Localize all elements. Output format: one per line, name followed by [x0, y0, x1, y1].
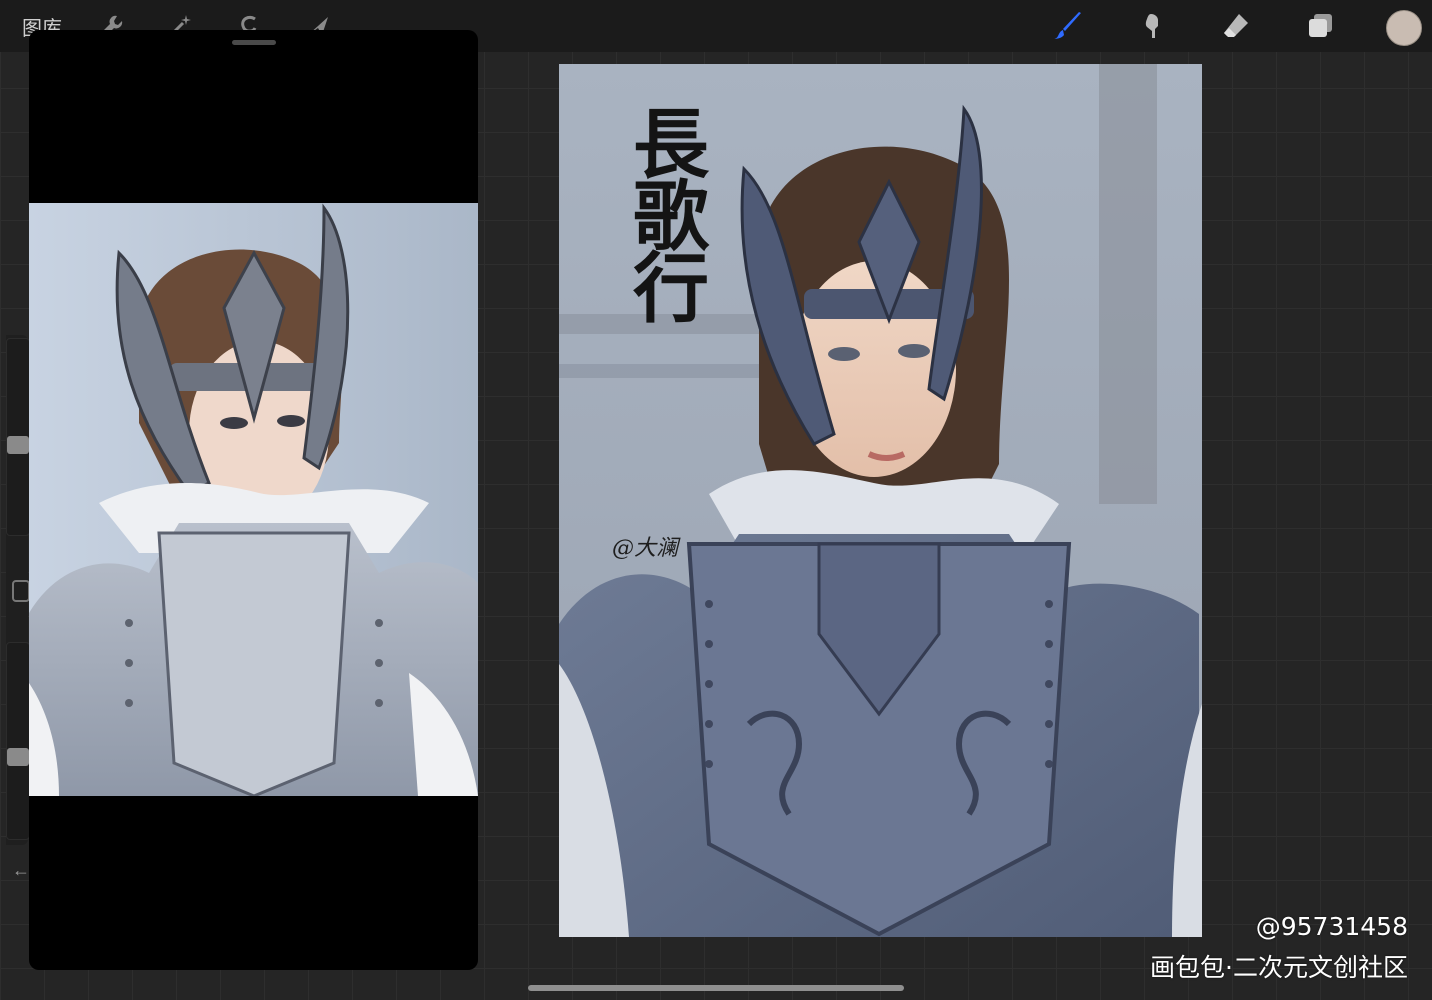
- artist-signature: @大澜: [612, 536, 679, 561]
- modify-button[interactable]: [12, 580, 30, 602]
- watermark-user-id: @95731458: [1255, 912, 1408, 941]
- brush-icon[interactable]: [1050, 8, 1086, 44]
- color-picker-button[interactable]: [1386, 10, 1422, 46]
- reference-photo: [29, 203, 478, 796]
- opacity-slider[interactable]: [6, 642, 30, 840]
- home-indicator[interactable]: [528, 985, 904, 991]
- eraser-icon[interactable]: [1218, 8, 1254, 44]
- canvas-calligraphy-title: 長歌行: [620, 104, 709, 320]
- undo-icon[interactable]: ←: [12, 860, 30, 881]
- smudge-icon[interactable]: [1134, 8, 1170, 44]
- reference-window-handle[interactable]: [232, 40, 276, 45]
- watermark-site-name: 画包包·二次元文创社区: [1150, 953, 1408, 982]
- brush-size-thumb[interactable]: [7, 436, 29, 454]
- layers-icon[interactable]: [1302, 8, 1338, 44]
- reference-window[interactable]: [29, 30, 478, 970]
- opacity-thumb[interactable]: [7, 748, 29, 766]
